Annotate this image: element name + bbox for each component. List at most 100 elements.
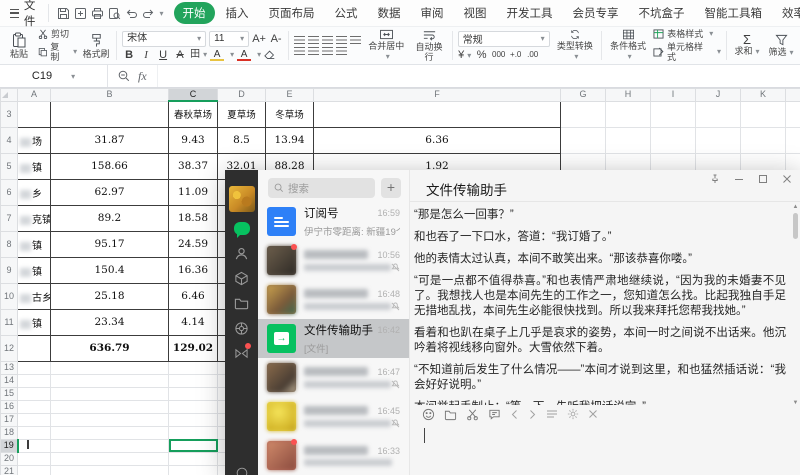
chats-nav-icon[interactable] [233,220,250,237]
wrap-text-button[interactable]: 自动换行 [411,29,446,62]
col-header-f[interactable]: F [314,89,561,102]
cell-b5[interactable]: 158.66 [51,153,169,179]
tab-efficiency[interactable]: 效率 [773,2,800,24]
cell[interactable] [18,374,51,387]
cell-b10[interactable]: 25.18 [51,283,169,309]
cell-f4[interactable]: 6.36 [314,127,561,153]
col-header-c[interactable]: C [169,89,218,102]
increase-decimal-button[interactable]: +.0 [509,50,523,60]
row-header-6[interactable]: 6 [1,179,18,205]
row-header-9[interactable]: 9 [1,257,18,283]
cell-a10[interactable]: 古乡 [18,283,51,309]
chat-item-blurred-5[interactable]: 16:33 [258,436,409,475]
tab-smart-toolbox[interactable]: 智能工具箱 [696,2,772,24]
cell[interactable] [18,413,51,426]
row-header-7[interactable]: 7 [1,205,18,231]
cell[interactable] [169,465,218,475]
row-header-18[interactable]: 18 [1,426,18,439]
row-header-3[interactable]: 3 [1,101,18,127]
cell[interactable] [51,374,169,387]
chat-item-blurred-3[interactable]: 16:47 [258,358,409,397]
decrease-decimal-button[interactable]: .00 [526,50,540,60]
settings-nav-icon[interactable] [233,464,250,475]
scroll-up-arrow[interactable]: ▲ [793,203,799,211]
cell-a5[interactable]: 镇 [18,153,51,179]
cell[interactable] [51,452,169,465]
message-area[interactable]: “那是怎么一回事？” 和也吞了一下口水，答道：“我订婚了。” 他的表情太过认真，… [410,202,800,405]
row-header-13[interactable]: 13 [1,361,18,374]
name-box[interactable]: C19 ▾ [0,65,108,87]
undo-icon[interactable] [125,5,138,22]
row-header-19[interactable]: 19 [1,439,18,452]
increase-font-button[interactable]: A+ [252,34,266,44]
scrollbar[interactable]: ▲ ▼ [791,203,800,407]
cell[interactable] [169,361,218,374]
cell-b8[interactable]: 95.17 [51,231,169,257]
close-panel-icon[interactable] [588,409,598,419]
cell[interactable] [18,452,51,465]
indent-increase-icon[interactable] [350,36,361,44]
export-icon[interactable] [74,5,87,22]
cell[interactable] [741,127,786,153]
copy-button[interactable]: 复制▾ [38,42,77,62]
angle-left-icon[interactable] [510,409,519,420]
col-header-k[interactable]: K [741,89,786,102]
cell[interactable] [651,101,696,127]
col-header-b[interactable]: B [51,89,169,102]
cell-a9[interactable]: 镇 [18,257,51,283]
list-icon[interactable] [546,409,558,419]
row-header-16[interactable]: 16 [1,400,18,413]
cell[interactable] [651,127,696,153]
cell[interactable] [18,400,51,413]
table-style-button[interactable]: 表格样式▾ [653,29,721,39]
tab-developer[interactable]: 开发工具 [498,2,562,24]
cell[interactable] [51,426,169,439]
underline-button[interactable]: U [156,50,170,60]
cell-b19[interactable] [51,439,169,452]
paste-button[interactable]: 粘贴 [4,32,34,59]
cell-a6[interactable]: 乡 [18,179,51,205]
cell-b9[interactable]: 150.4 [51,257,169,283]
chat-item-blurred-4[interactable]: 16:45 [258,397,409,436]
select-all-corner[interactable] [1,89,18,102]
cell-e3[interactable]: 冬草场 [266,101,314,127]
cell-d3[interactable]: 夏草场 [218,101,266,127]
files-nav-icon[interactable] [233,295,250,312]
cell[interactable] [696,127,741,153]
toolbar-more-caret[interactable]: ▾ [160,5,164,22]
row-header-15[interactable]: 15 [1,387,18,400]
row-header-17[interactable]: 17 [1,413,18,426]
tab-data[interactable]: 数据 [369,2,410,24]
col-header-g[interactable]: G [561,89,606,102]
tab-home[interactable]: 开始 [174,2,215,24]
col-header-j[interactable]: J [696,89,741,102]
cell-c8[interactable]: 24.59 [169,231,218,257]
cell[interactable] [18,361,51,374]
align-left-icon[interactable] [294,47,305,55]
number-format-select[interactable]: 常规▾ [458,31,550,47]
row-header-21[interactable]: 21 [1,465,18,475]
cell[interactable] [741,101,786,127]
col-header-h[interactable]: H [606,89,651,102]
align-justify-icon[interactable] [336,47,347,55]
close-icon[interactable] [782,174,792,184]
angle-right-icon[interactable] [528,409,537,420]
indent-decrease-icon[interactable] [336,36,347,44]
tab-bukeng-box[interactable]: 不坑盒子 [630,2,694,24]
tab-membership[interactable]: 会员专享 [564,2,628,24]
decrease-font-button[interactable]: A- [269,34,283,44]
cell[interactable] [18,465,51,475]
row-header-4[interactable]: 4 [1,127,18,153]
cell-e4[interactable]: 13.94 [266,127,314,153]
row-header-10[interactable]: 10 [1,283,18,309]
cut-button[interactable]: 剪切 [38,29,77,39]
cell[interactable] [51,387,169,400]
align-top-icon[interactable] [294,36,305,44]
cell-a3[interactable] [18,101,51,127]
currency-button[interactable]: ¥▾ [458,50,472,61]
scroll-thumb[interactable] [793,213,798,239]
cell[interactable] [169,452,218,465]
filter-button[interactable]: 筛选▾ [766,29,796,62]
strikethrough-button[interactable]: A [173,50,187,60]
fill-color-button[interactable]: A [210,50,224,61]
